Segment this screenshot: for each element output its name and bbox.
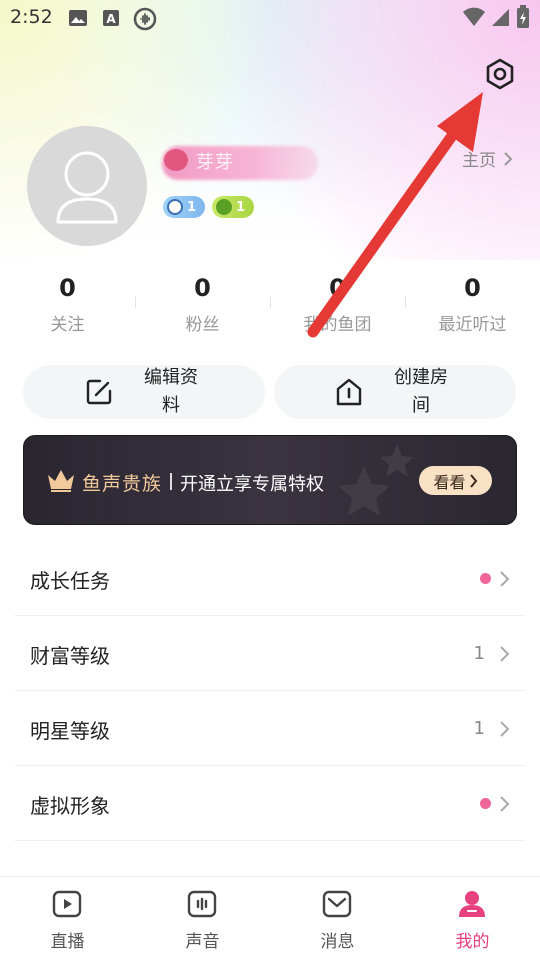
menu-item-growth-tasks[interactable]: 成长任务 <box>15 541 525 616</box>
menu-item-label: 明星等级 <box>30 719 110 743</box>
vip-view-label: 看看 <box>433 472 466 492</box>
menu-item-value: 1 <box>473 718 485 739</box>
svg-text:A: A <box>106 12 116 26</box>
badge-value: 1 <box>236 199 246 215</box>
divider <box>170 473 172 490</box>
user-level-icon <box>164 149 188 171</box>
menu-item-star-level[interactable]: 明星等级 1 <box>15 691 525 766</box>
status-time: 2:52 <box>10 6 53 28</box>
vip-title: 鱼声贵族 <box>82 473 163 495</box>
star-level-icon <box>216 199 232 215</box>
settings-icon <box>486 58 514 90</box>
stat-label: 粉丝 <box>185 315 220 335</box>
tab-label: 直播 <box>50 932 85 952</box>
menu-item-label: 成长任务 <box>30 569 110 593</box>
homepage-link[interactable]: 主页 <box>462 146 516 171</box>
tab-label: 我的 <box>455 932 490 952</box>
signal-icon <box>492 9 509 26</box>
chevron-right-icon <box>500 646 510 662</box>
settings-button[interactable] <box>482 56 518 92</box>
tab-label: 消息 <box>320 932 355 952</box>
stat-fans[interactable]: 0 粉丝 <box>135 274 270 335</box>
stat-recently-listened[interactable]: 0 最近听过 <box>405 274 540 335</box>
edit-icon <box>86 379 112 405</box>
stat-label: 我的鱼团 <box>303 315 372 335</box>
vip-banner[interactable]: 鱼声贵族 开通立享专属特权 看看 <box>23 435 517 525</box>
gallery-icon <box>69 10 87 26</box>
create-room-label: 创建房间 <box>394 367 448 416</box>
notification-dot <box>480 798 491 809</box>
crown-icon <box>48 470 74 492</box>
menu-item-value: 1 <box>473 643 485 664</box>
username[interactable]: 芽芽 <box>196 148 234 174</box>
vip-subtitle: 开通立享专属特权 <box>180 474 324 495</box>
tab-messages[interactable]: 消息 <box>270 877 405 960</box>
default-avatar-icon <box>56 151 118 224</box>
level-badge-green[interactable]: 1 <box>212 196 254 218</box>
level-badge-blue[interactable]: 1 <box>163 196 205 218</box>
tab-live[interactable]: 直播 <box>0 877 135 960</box>
chevron-right-icon <box>500 571 510 587</box>
chevron-right-icon <box>504 151 513 166</box>
stat-label: 最近听过 <box>438 315 507 335</box>
stat-my-fish-group[interactable]: 0 我的鱼团 <box>270 274 405 335</box>
menu-item-label: 财富等级 <box>30 644 110 668</box>
wealth-level-icon <box>167 199 183 215</box>
menu-item-wealth-level[interactable]: 财富等级 1 <box>15 616 525 691</box>
chevron-right-icon <box>500 796 510 812</box>
chevron-right-icon <box>469 473 477 488</box>
edit-profile-button[interactable]: 编辑资料 <box>23 365 265 419</box>
vip-view-button[interactable]: 看看 <box>419 466 492 495</box>
house-icon <box>336 378 362 406</box>
bottom-nav: 直播 声音 消息 我的 <box>0 876 540 960</box>
stat-value: 0 <box>194 274 211 302</box>
battery-icon <box>517 5 529 28</box>
menu-item-virtual-avatar[interactable]: 虚拟形象 <box>15 766 525 841</box>
chevron-right-icon <box>500 721 510 737</box>
tab-mine[interactable]: 我的 <box>405 877 540 960</box>
badge-value: 1 <box>187 199 197 215</box>
tab-voice[interactable]: 声音 <box>135 877 270 960</box>
edit-profile-label: 编辑资料 <box>144 367 198 416</box>
wifi-icon <box>463 7 485 26</box>
notification-dot <box>480 573 491 584</box>
homepage-label: 主页 <box>462 151 496 171</box>
stat-label: 关注 <box>50 315 85 335</box>
live-play-icon <box>52 890 82 918</box>
status-bar: 2:52 A <box>0 0 540 40</box>
font-icon: A <box>103 10 119 26</box>
tab-label: 声音 <box>185 932 220 952</box>
create-room-button[interactable]: 创建房间 <box>274 365 516 419</box>
audio-recorder-icon <box>133 7 157 31</box>
avatar[interactable] <box>27 126 147 246</box>
menu-item-label: 虚拟形象 <box>30 794 110 818</box>
profile-icon <box>459 891 485 917</box>
stat-value: 0 <box>59 274 76 302</box>
stat-following[interactable]: 0 关注 <box>0 274 135 335</box>
message-icon <box>322 890 352 918</box>
stat-value: 0 <box>329 274 346 302</box>
voice-icon <box>187 890 217 918</box>
stat-value: 0 <box>464 274 481 302</box>
